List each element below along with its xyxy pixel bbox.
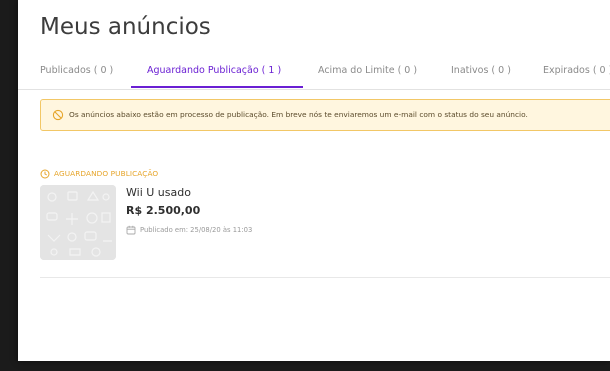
listing-price: R$ 2.500,00 (126, 204, 201, 217)
listing-thumbnail[interactable] (40, 185, 116, 260)
tab-bar: Publicados ( 0 ) Aguardando Publicação (… (18, 60, 610, 90)
tabs-divider (18, 89, 610, 90)
listing-title[interactable]: Wii U usado (126, 186, 191, 199)
tab-expirados[interactable]: Expirados ( 0 ) (543, 65, 610, 76)
calendar-icon (126, 225, 136, 235)
tab-inativos[interactable]: Inativos ( 0 ) (451, 65, 511, 76)
published-text: Publicado em: 25/08/20 às 11:03 (140, 226, 253, 234)
list-divider (40, 277, 610, 278)
page-title: Meus anúncios (40, 14, 211, 40)
clock-icon (40, 169, 50, 179)
active-tab-indicator (131, 86, 303, 88)
info-alert: Os anúncios abaixo estão em processo de … (40, 99, 610, 131)
browser-viewport: Meus anúncios Publicados ( 0 ) Aguardand… (18, 0, 610, 361)
tab-aguardando-publicacao[interactable]: Aguardando Publicação ( 1 ) (147, 65, 281, 76)
status-label: AGUARDANDO PUBLICAÇÃO (54, 169, 159, 178)
placeholder-pattern (40, 185, 116, 260)
prohibited-icon (52, 109, 64, 121)
alert-message: Os anúncios abaixo estão em processo de … (69, 110, 528, 119)
tab-acima-do-limite[interactable]: Acima do Limite ( 0 ) (318, 65, 417, 76)
tab-publicados[interactable]: Publicados ( 0 ) (40, 65, 113, 76)
